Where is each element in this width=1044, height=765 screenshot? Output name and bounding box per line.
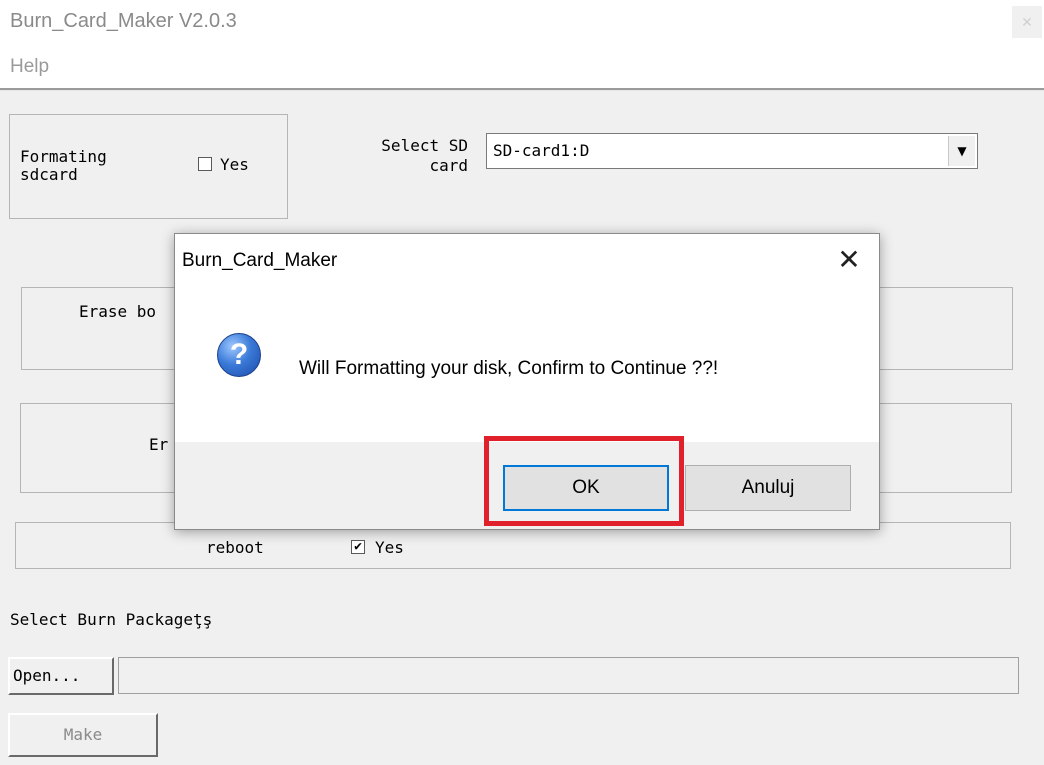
make-button[interactable]: Make — [8, 713, 158, 757]
chevron-down-icon[interactable]: ▼ — [948, 136, 975, 166]
dialog-close-icon[interactable]: ✕ — [831, 242, 867, 278]
open-button[interactable]: Open... — [8, 657, 114, 695]
cancel-button[interactable]: Anuluj — [685, 465, 851, 511]
format-label: Formating sdcard — [20, 147, 107, 184]
format-checkbox[interactable] — [198, 157, 212, 171]
reboot-checkbox-label: Yes — [375, 538, 404, 557]
sd-card-select[interactable]: SD-card1:D ▼ — [486, 133, 978, 169]
question-icon: ? — [217, 333, 261, 377]
burn-packages-label: Select Burn Packageţş — [10, 610, 213, 629]
reboot-label: reboot — [206, 538, 264, 557]
package-path-field[interactable] — [118, 657, 1019, 694]
erase-label: Er — [149, 435, 169, 454]
sd-card-select-value: SD-card1:D — [493, 141, 590, 160]
format-checkbox-label: Yes — [220, 155, 249, 174]
window-title: Burn_Card_Maker V2.0.3 — [10, 10, 237, 32]
erase-boot-label: Erase bo — [79, 302, 157, 321]
menu-bar — [0, 46, 1044, 88]
dialog-title: Burn_Card_Maker — [182, 250, 338, 271]
ok-button-highlight — [484, 436, 684, 526]
reboot-checkbox[interactable]: ✔ — [351, 540, 365, 554]
dialog-message: Will Formatting your disk, Confirm to Co… — [299, 358, 719, 379]
close-icon[interactable]: ✕ — [1012, 6, 1042, 38]
sd-select-label: Select SD card — [381, 136, 468, 175]
menu-help[interactable]: Help — [10, 56, 49, 78]
